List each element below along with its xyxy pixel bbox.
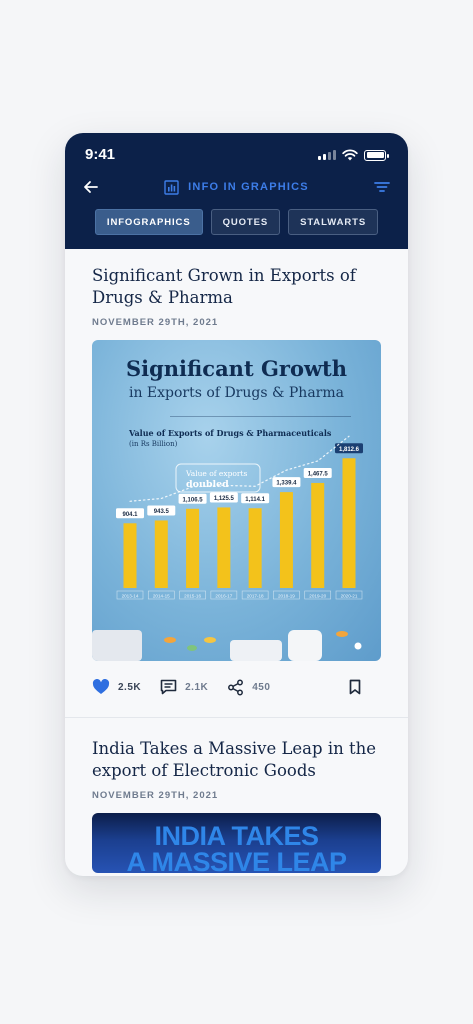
category-label: 2014-15 <box>153 593 170 598</box>
callout-text: doubled <box>186 479 229 490</box>
status-icons <box>318 148 389 162</box>
like-count: 2.5K <box>118 681 142 693</box>
bar <box>342 458 356 588</box>
category-label: 2017-18 <box>247 593 264 598</box>
comment-icon <box>160 679 177 695</box>
bar-value-label: 904.1 <box>122 512 138 518</box>
bar <box>279 492 293 588</box>
filter-icon[interactable] <box>372 177 392 197</box>
signal-icon <box>318 150 336 160</box>
blister-pack <box>92 630 142 661</box>
category-label: 2013-14 <box>122 593 139 598</box>
comment-button[interactable]: 2.1K <box>160 679 208 695</box>
pill <box>336 631 348 637</box>
bar <box>123 523 137 588</box>
pill <box>354 642 362 650</box>
pill <box>187 645 197 651</box>
post-card[interactable]: India Takes a Massive Leap in the export… <box>65 718 408 873</box>
bar-value-label: 1,114.1 <box>245 497 265 503</box>
bar-value-label: 943.5 <box>154 509 170 515</box>
bar-value-label: 1,467.5 <box>308 471 329 477</box>
bar-value-label: 1,812.6 <box>339 447 360 453</box>
bar <box>154 520 168 588</box>
share-count: 450 <box>252 681 271 693</box>
tab-stalwarts[interactable]: STALWARTS <box>288 209 379 235</box>
header-title: INFO IN GRAPHICS <box>65 177 408 197</box>
chart-ylabel: (in Rs Billion) <box>129 440 178 448</box>
header-title-text: INFO IN GRAPHICS <box>188 181 309 193</box>
bar <box>248 508 262 588</box>
share-icon <box>228 679 244 695</box>
post-date: NOVEMBER 29TH, 2021 <box>92 317 219 328</box>
pill-bottle <box>288 630 322 661</box>
category-label: 2018-19 <box>278 593 295 598</box>
post-title[interactable]: Significant Grown in Exports of Drugs & … <box>92 265 381 309</box>
tab-infographics[interactable]: INFOGRAPHICS <box>94 209 203 235</box>
bar-value-label: 1,106.5 <box>183 497 204 503</box>
app-header: 9:41 INFO IN GRAPHICS INFOGRAPHICS QUOTE… <box>65 133 408 249</box>
heart-icon <box>92 679 110 694</box>
infographic-headline: INDIA TAKES A MASSIVE LEAP <box>126 821 347 874</box>
category-label: 2015-16 <box>184 593 201 598</box>
bookmark-button[interactable] <box>348 679 362 695</box>
infographic-image[interactable]: INDIA TAKES A MASSIVE LEAP <box>92 813 381 873</box>
bar-value-label: 1,125.5 <box>214 496 235 502</box>
thermometer <box>230 640 282 661</box>
pill <box>204 637 216 643</box>
post-card[interactable]: Significant Grown in Exports of Drugs & … <box>65 249 408 713</box>
category-tabs: INFOGRAPHICS QUOTES STALWARTS <box>65 209 408 235</box>
bookmark-icon <box>349 679 361 695</box>
bar <box>217 507 231 588</box>
pill <box>164 637 176 643</box>
like-button[interactable]: 2.5K <box>92 679 141 695</box>
status-time: 9:41 <box>85 146 116 163</box>
post-actions: 2.5K 2.1K 450 <box>92 661 381 713</box>
post-date: NOVEMBER 29TH, 2021 <box>92 790 219 801</box>
wifi-icon <box>342 149 358 161</box>
comment-count: 2.1K <box>185 681 209 693</box>
post-title[interactable]: India Takes a Massive Leap in the export… <box>92 738 381 782</box>
tab-quotes[interactable]: QUOTES <box>210 209 281 235</box>
bar <box>186 508 200 588</box>
category-label: 2020-21 <box>341 593 358 598</box>
feed: Significant Grown in Exports of Drugs & … <box>65 249 408 876</box>
share-button[interactable]: 450 <box>227 679 270 696</box>
exports-bar-chart: Value of Exports of Drugs & Pharmaceutic… <box>92 428 363 661</box>
category-label: 2016-17 <box>215 593 232 598</box>
bar-chart-icon <box>164 179 179 195</box>
infographic-image[interactable]: Significant Growth in Exports of Drugs &… <box>92 340 381 661</box>
bar-value-label: 1,339.4 <box>276 481 297 487</box>
bar <box>311 482 325 588</box>
battery-icon <box>364 149 389 161</box>
chart-title: Value of Exports of Drugs & Pharmaceutic… <box>128 428 332 438</box>
callout-text: Value of exports <box>185 469 248 478</box>
category-label: 2019-20 <box>309 593 326 598</box>
phone-frame: 9:41 INFO IN GRAPHICS INFOGRAPHICS QUOTE… <box>65 133 408 876</box>
